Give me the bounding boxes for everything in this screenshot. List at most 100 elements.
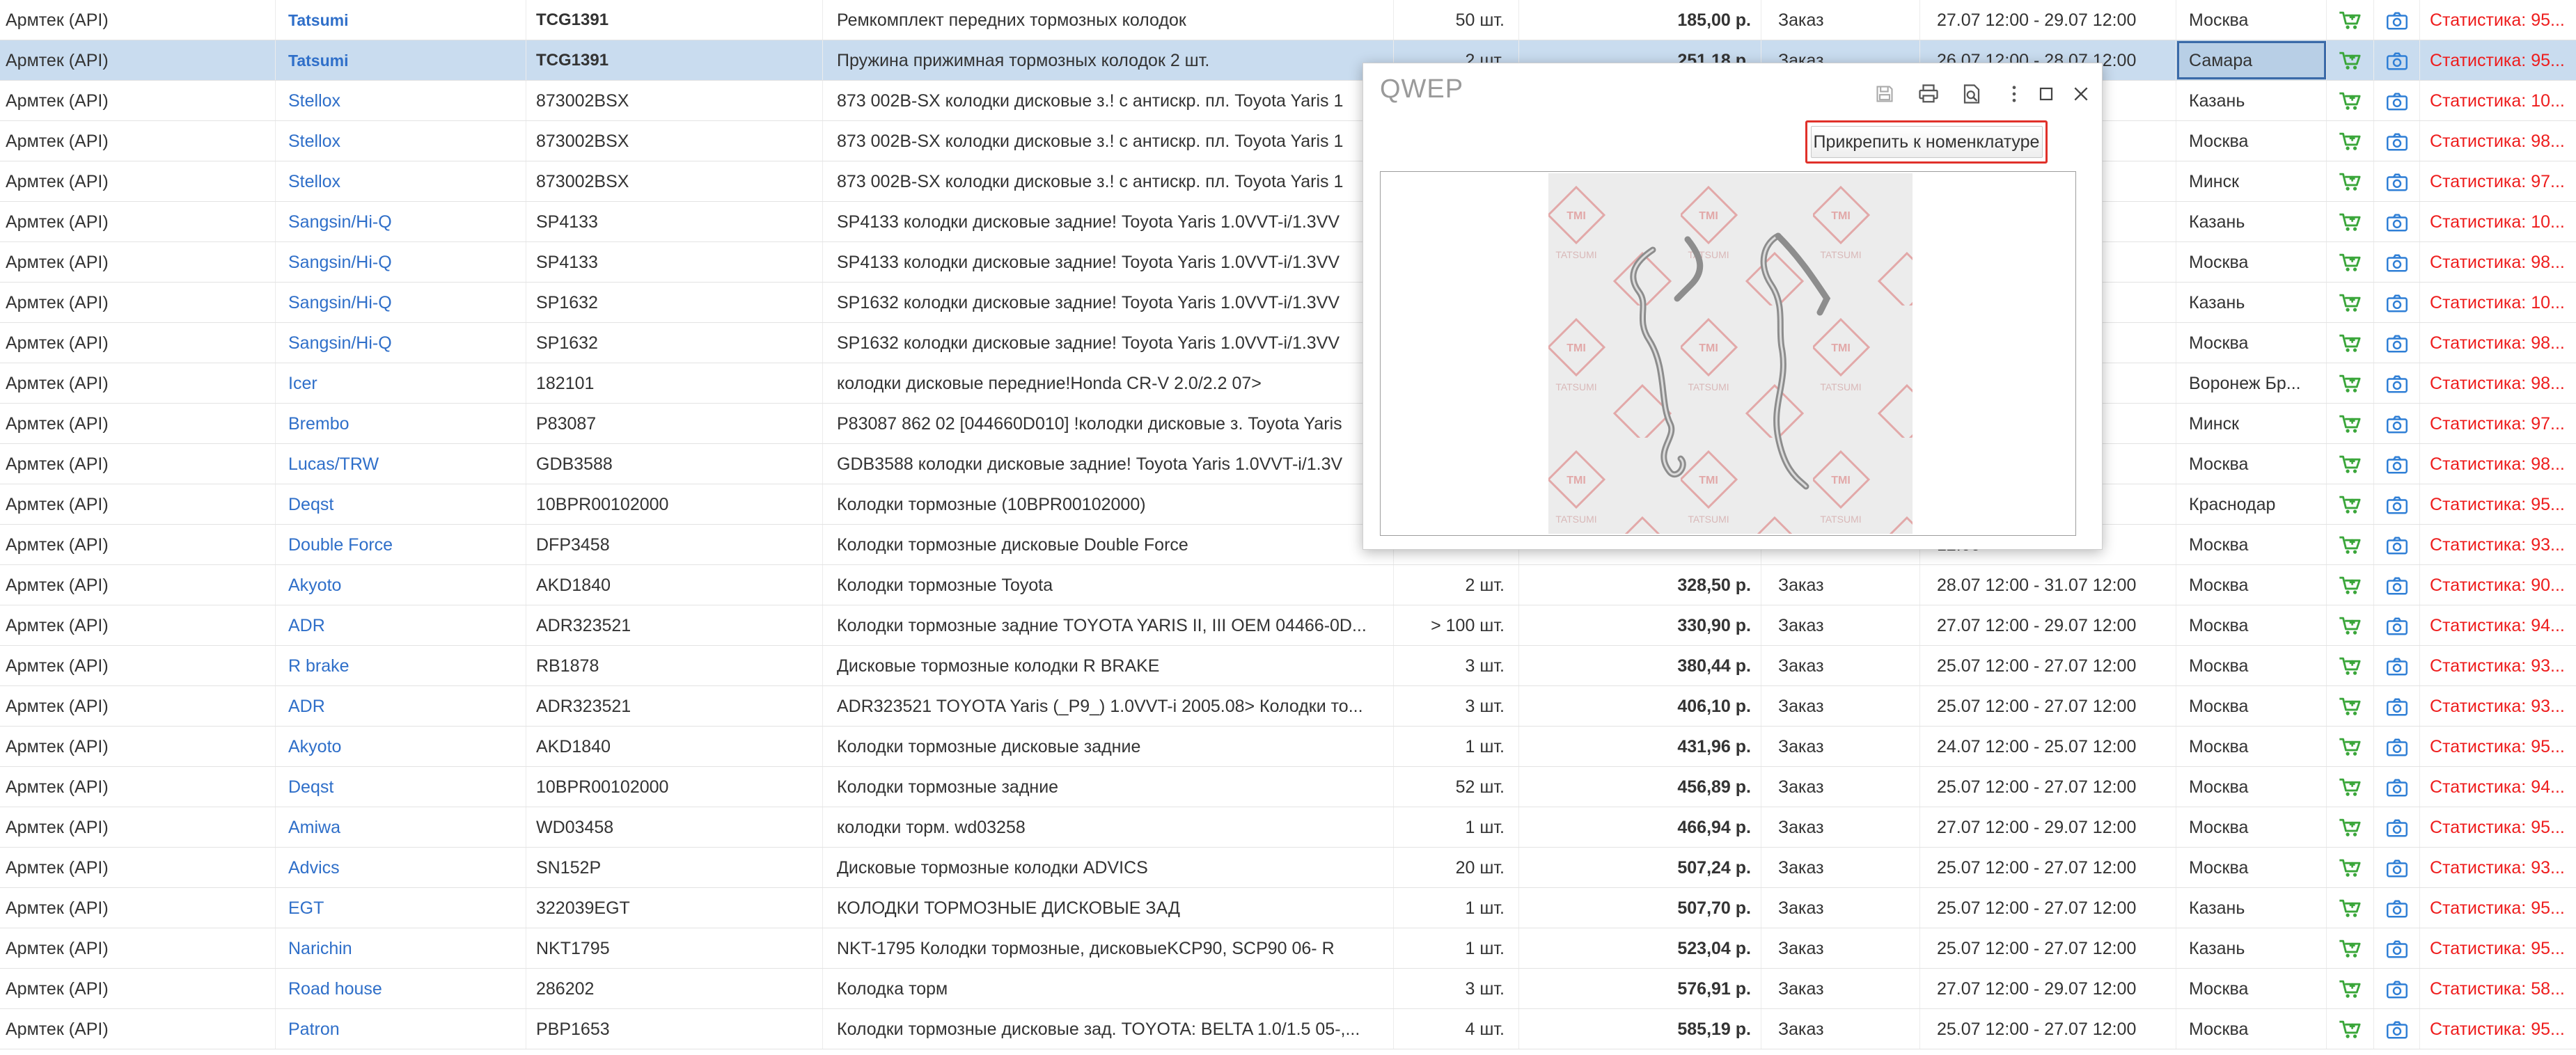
city-cell[interactable]: Казань	[2176, 81, 2327, 120]
camera-icon[interactable]	[2374, 161, 2420, 201]
city-cell[interactable]: Казань	[2176, 928, 2327, 968]
table-row[interactable]: Армтек (API) R brake RB1878 Дисковые тормоз…	[0, 646, 2576, 686]
table-row[interactable]: Армтек (API) Brembo P83087 P83087 862 02 [0…	[0, 404, 2576, 444]
camera-icon[interactable]	[2374, 767, 2420, 807]
statistics-link[interactable]: Статистика: 95...	[2420, 727, 2576, 766]
city-cell[interactable]: Казань	[2176, 202, 2327, 241]
table-row[interactable]: Армтек (API) Road house 286202 Колодка торм…	[0, 969, 2576, 1009]
add-to-cart-icon[interactable]	[2327, 81, 2374, 120]
brand-link[interactable]: Double Force	[276, 525, 526, 564]
add-to-cart-icon[interactable]	[2327, 444, 2374, 484]
camera-icon[interactable]	[2374, 888, 2420, 928]
table-row[interactable]: Армтек (API) Tatsumi TCG1391 Ремкомплект пе…	[0, 0, 2576, 40]
add-to-cart-icon[interactable]	[2327, 605, 2374, 645]
statistics-link[interactable]: Статистика: 98...	[2420, 363, 2576, 403]
statistics-link[interactable]: Статистика: 95...	[2420, 888, 2576, 928]
camera-icon[interactable]	[2374, 605, 2420, 645]
statistics-link[interactable]: Статистика: 10...	[2420, 202, 2576, 241]
maximize-icon[interactable]	[2031, 79, 2061, 109]
add-to-cart-icon[interactable]	[2327, 1009, 2374, 1049]
brand-link[interactable]: Sangsin/Hi-Q	[276, 202, 526, 241]
table-row[interactable]: Армтек (API) Stellox 873002BSX 873 002B-SX …	[0, 161, 2576, 202]
city-cell[interactable]: Москва	[2176, 767, 2327, 807]
brand-link[interactable]: Lucas/TRW	[276, 444, 526, 484]
add-to-cart-icon[interactable]	[2327, 202, 2374, 241]
city-cell[interactable]: Казань	[2176, 283, 2327, 322]
brand-link[interactable]: Amiwa	[276, 807, 526, 847]
brand-link[interactable]: ADR	[276, 605, 526, 645]
statistics-link[interactable]: Статистика: 95...	[2420, 40, 2576, 80]
brand-link[interactable]: EGT	[276, 888, 526, 928]
camera-icon[interactable]	[2374, 242, 2420, 282]
brand-link[interactable]: Sangsin/Hi-Q	[276, 242, 526, 282]
brand-link[interactable]: Icer	[276, 363, 526, 403]
table-row[interactable]: Армтек (API) Sangsin/Hi-Q SP1632 SP1632 кол…	[0, 283, 2576, 323]
brand-link[interactable]: Tatsumi	[276, 40, 526, 80]
brand-link[interactable]: Stellox	[276, 161, 526, 201]
brand-link[interactable]: Narichin	[276, 928, 526, 968]
table-row[interactable]: Армтек (API) Narichin NKT1795 NKT-1795 Коло…	[0, 928, 2576, 969]
city-cell[interactable]: Москва	[2176, 444, 2327, 484]
add-to-cart-icon[interactable]	[2327, 484, 2374, 524]
city-cell[interactable]: Воронеж Бр...	[2176, 363, 2327, 403]
brand-link[interactable]: Road house	[276, 969, 526, 1008]
statistics-link[interactable]: Статистика: 94...	[2420, 767, 2576, 807]
camera-icon[interactable]	[2374, 686, 2420, 726]
statistics-link[interactable]: Статистика: 95...	[2420, 1009, 2576, 1049]
table-row[interactable]: Армтек (API) Akyoto AKD1840 Колодки тормозн…	[0, 565, 2576, 605]
statistics-link[interactable]: Статистика: 98...	[2420, 323, 2576, 363]
camera-icon[interactable]	[2374, 323, 2420, 363]
add-to-cart-icon[interactable]	[2327, 404, 2374, 443]
brand-link[interactable]: Akyoto	[276, 565, 526, 605]
add-to-cart-icon[interactable]	[2327, 888, 2374, 928]
table-row[interactable]: Армтек (API) ADR ADR323521 Колодки тормозны…	[0, 605, 2576, 646]
camera-icon[interactable]	[2374, 1009, 2420, 1049]
city-cell[interactable]: Минск	[2176, 404, 2327, 443]
table-row[interactable]: Армтек (API) Lucas/TRW GDB3588 GDB3588 коло…	[0, 444, 2576, 484]
camera-icon[interactable]	[2374, 848, 2420, 887]
table-row[interactable]: Армтек (API) Advics SN152P Дисковые тормозн…	[0, 848, 2576, 888]
table-row[interactable]: Армтек (API) Amiwa WD03458 колодки торм. wd…	[0, 807, 2576, 848]
add-to-cart-icon[interactable]	[2327, 686, 2374, 726]
city-cell[interactable]: Москва	[2176, 323, 2327, 363]
brand-link[interactable]: Tatsumi	[276, 0, 526, 40]
camera-icon[interactable]	[2374, 565, 2420, 605]
table-row[interactable]: Армтек (API) Sangsin/Hi-Q SP4133 SP4133 кол…	[0, 202, 2576, 242]
brand-link[interactable]: ADR	[276, 686, 526, 726]
statistics-link[interactable]: Статистика: 95...	[2420, 0, 2576, 40]
statistics-link[interactable]: Статистика: 98...	[2420, 444, 2576, 484]
camera-icon[interactable]	[2374, 444, 2420, 484]
table-row[interactable]: Армтек (API) Stellox 873002BSX 873 002B-SX …	[0, 81, 2576, 121]
attach-to-nomenclature-button[interactable]: Прикрепить к номенклатуре	[1810, 126, 2043, 158]
city-cell[interactable]: Москва	[2176, 242, 2327, 282]
table-row[interactable]: Армтек (API) Tatsumi TCG1391 Пружина прижим…	[0, 40, 2576, 81]
add-to-cart-icon[interactable]	[2327, 525, 2374, 564]
add-to-cart-icon[interactable]	[2327, 40, 2374, 80]
statistics-link[interactable]: Статистика: 95...	[2420, 928, 2576, 968]
statistics-link[interactable]: Статистика: 94...	[2420, 605, 2576, 645]
table-row[interactable]: Армтек (API) Double Force DFP3458 Колодки т…	[0, 525, 2576, 565]
add-to-cart-icon[interactable]	[2327, 727, 2374, 766]
add-to-cart-icon[interactable]	[2327, 121, 2374, 161]
brand-link[interactable]: Stellox	[276, 121, 526, 161]
brand-link[interactable]: Stellox	[276, 81, 526, 120]
table-row[interactable]: Армтек (API) Akyoto AKD1840 Колодки тормозн…	[0, 727, 2576, 767]
camera-icon[interactable]	[2374, 0, 2420, 40]
city-cell[interactable]: Москва	[2176, 686, 2327, 726]
table-row[interactable]: Армтек (API) Sangsin/Hi-Q SP1632 SP1632 кол…	[0, 323, 2576, 363]
camera-icon[interactable]	[2374, 363, 2420, 403]
add-to-cart-icon[interactable]	[2327, 767, 2374, 807]
close-icon[interactable]	[2066, 79, 2096, 109]
city-cell[interactable]: Самара	[2176, 40, 2327, 80]
brand-link[interactable]: Deqst	[276, 767, 526, 807]
brand-link[interactable]: R brake	[276, 646, 526, 685]
table-row[interactable]: Армтек (API) Deqst 10BPR00102000 Колодки то…	[0, 484, 2576, 525]
statistics-link[interactable]: Статистика: 90...	[2420, 565, 2576, 605]
add-to-cart-icon[interactable]	[2327, 242, 2374, 282]
add-to-cart-icon[interactable]	[2327, 565, 2374, 605]
city-cell[interactable]: Москва	[2176, 807, 2327, 847]
add-to-cart-icon[interactable]	[2327, 323, 2374, 363]
city-cell[interactable]: Москва	[2176, 646, 2327, 685]
camera-icon[interactable]	[2374, 525, 2420, 564]
statistics-link[interactable]: Статистика: 98...	[2420, 242, 2576, 282]
